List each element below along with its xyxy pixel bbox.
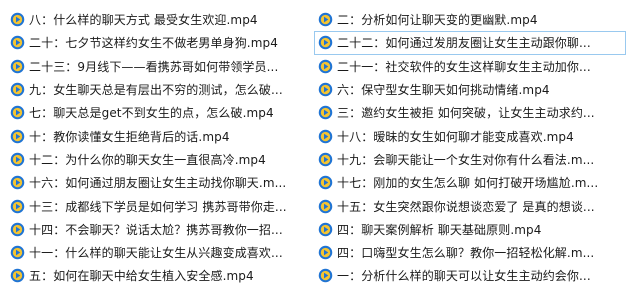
file-item[interactable]: 二十一：社交软件的女生这样聊女生主动加你... <box>314 55 626 78</box>
media-file-icon <box>10 245 25 260</box>
media-file-icon <box>10 129 25 143</box>
file-item[interactable]: 六：保守型女生聊天如何挑动情绪.mp4 <box>314 78 626 101</box>
file-item[interactable]: 二十二：如何通过发朋友圈让女生主动跟你聊... <box>314 31 626 55</box>
media-file-icon <box>10 152 25 167</box>
media-file-icon <box>318 129 333 143</box>
file-name: 九：女生聊天总是有层出不穷的测试，怎么破... <box>29 83 283 98</box>
file-name: 十五：女生突然跟你说想谈恋爱了 是真的想谈... <box>337 199 595 214</box>
file-name: 十：教你读懂女生拒绝背后的话.mp4 <box>29 129 230 144</box>
file-name: 八：什么样的聊天方式 最受女生欢迎.mp4 <box>29 13 258 28</box>
media-file-icon <box>10 106 25 120</box>
file-name: 十一：什么样的聊天能让女生从兴趣变成喜欢... <box>29 246 283 261</box>
media-file-icon <box>10 82 25 97</box>
file-item[interactable]: 十四：不会聊天？说话太尬？携苏哥教你一招... <box>6 218 310 241</box>
file-item[interactable]: 十：教你读懂女生拒绝背后的话.mp4 <box>6 124 310 147</box>
file-name: 六：保守型女生聊天如何挑动情绪.mp4 <box>337 83 550 98</box>
file-item[interactable]: 五：如何在聊天中给女生植入安全感.mp4 <box>6 264 310 287</box>
file-name: 一：分析什么样的聊天可以让女生主动约会你... <box>337 269 591 284</box>
media-file-icon <box>10 59 25 73</box>
file-name: 五：如何在聊天中给女生植入安全感.mp4 <box>29 269 254 284</box>
file-name: 二十三：9月线下——看携苏哥如何带领学员... <box>29 59 279 74</box>
file-name: 十九：会聊天能让一个女生对你有什么看法.m... <box>337 152 595 167</box>
file-name: 三：邀约女生被拒 如何突破，让女生主动求约... <box>337 106 595 121</box>
media-file-icon <box>318 106 333 120</box>
media-file-icon <box>318 175 333 190</box>
file-item[interactable]: 四：聊天案例解析 聊天基础原则.mp4 <box>314 218 626 241</box>
file-name: 十四：不会聊天？说话太尬？携苏哥教你一招... <box>29 222 283 237</box>
media-file-icon <box>10 199 25 213</box>
file-name: 二十一：社交软件的女生这样聊女生主动加你... <box>337 59 591 74</box>
file-name: 二十：七夕节这样约女生不做老男单身狗.mp4 <box>29 36 278 51</box>
file-item[interactable]: 十一：什么样的聊天能让女生从兴趣变成喜欢... <box>6 241 310 264</box>
media-file-icon <box>10 269 25 283</box>
file-item[interactable]: 二十三：9月线下——看携苏哥如何带领学员... <box>6 55 310 78</box>
file-column-left: 八：什么样的聊天方式 最受女生欢迎.mp4 二十：七夕节这样约女生不做老男单身狗.… <box>6 8 310 288</box>
file-item[interactable]: 十三：成都线下学员是如何学习 携苏哥带你走... <box>6 194 310 217</box>
media-file-icon <box>318 59 333 73</box>
file-item[interactable]: 十八：暧昧的女生如何聊才能变成喜欢.mp4 <box>314 124 626 147</box>
file-item[interactable]: 三：邀约女生被拒 如何突破，让女生主动求约... <box>314 101 626 124</box>
file-name: 四：口嗨型女生怎么聊？教你一招轻松化解.m... <box>337 246 595 261</box>
file-item[interactable]: 十二：为什么你的聊天女生一直很高冷.mp4 <box>6 148 310 171</box>
media-file-icon <box>318 269 333 283</box>
file-item[interactable]: 十七：刚加的女生怎么聊 如何打破开场尴尬.m... <box>314 171 626 194</box>
file-name: 七：聊天总是get不到女生的点，怎么破.mp4 <box>29 106 274 121</box>
file-item[interactable]: 十五：女生突然跟你说想谈恋爱了 是真的想谈... <box>314 194 626 217</box>
file-name: 十七：刚加的女生怎么聊 如何打破开场尴尬.m... <box>337 176 599 191</box>
file-name: 十八：暧昧的女生如何聊才能变成喜欢.mp4 <box>337 129 574 144</box>
file-item[interactable]: 二十：七夕节这样约女生不做老男单身狗.mp4 <box>6 31 310 54</box>
media-file-icon <box>318 36 333 50</box>
media-file-icon <box>10 12 25 27</box>
file-item[interactable]: 十六：如何通过朋友圈让女生主动找你聊天.m... <box>6 171 310 194</box>
media-file-icon <box>318 245 333 260</box>
file-name: 十六：如何通过朋友圈让女生主动找你聊天.m... <box>29 176 287 191</box>
media-file-icon <box>318 199 333 213</box>
file-name: 十三：成都线下学员是如何学习 携苏哥带你走... <box>29 199 287 214</box>
file-name: 四：聊天案例解析 聊天基础原则.mp4 <box>337 222 542 237</box>
file-name: 二十二：如何通过发朋友圈让女生主动跟你聊... <box>337 36 591 51</box>
media-file-icon <box>318 152 333 167</box>
file-item[interactable]: 一：分析什么样的聊天可以让女生主动约会你... <box>314 264 626 287</box>
file-item[interactable]: 九：女生聊天总是有层出不穷的测试，怎么破... <box>6 78 310 101</box>
file-item[interactable]: 十九：会聊天能让一个女生对你有什么看法.m... <box>314 148 626 171</box>
file-column-right: 二：分析如何让聊天变的更幽默.mp4 二十二：如何通过发朋友圈让女生主动跟你聊..… <box>314 8 626 288</box>
media-file-icon <box>318 82 333 97</box>
file-name: 十二：为什么你的聊天女生一直很高冷.mp4 <box>29 152 266 167</box>
media-file-icon <box>10 175 25 190</box>
media-file-icon <box>10 222 25 237</box>
file-item[interactable]: 四：口嗨型女生怎么聊？教你一招轻松化解.m... <box>314 241 626 264</box>
media-file-icon <box>318 222 333 237</box>
file-item[interactable]: 八：什么样的聊天方式 最受女生欢迎.mp4 <box>6 8 310 31</box>
file-item[interactable]: 二：分析如何让聊天变的更幽默.mp4 <box>314 8 626 31</box>
file-name: 二：分析如何让聊天变的更幽默.mp4 <box>337 13 538 28</box>
media-file-icon <box>10 36 25 50</box>
media-file-icon <box>318 12 333 27</box>
file-item[interactable]: 七：聊天总是get不到女生的点，怎么破.mp4 <box>6 101 310 124</box>
